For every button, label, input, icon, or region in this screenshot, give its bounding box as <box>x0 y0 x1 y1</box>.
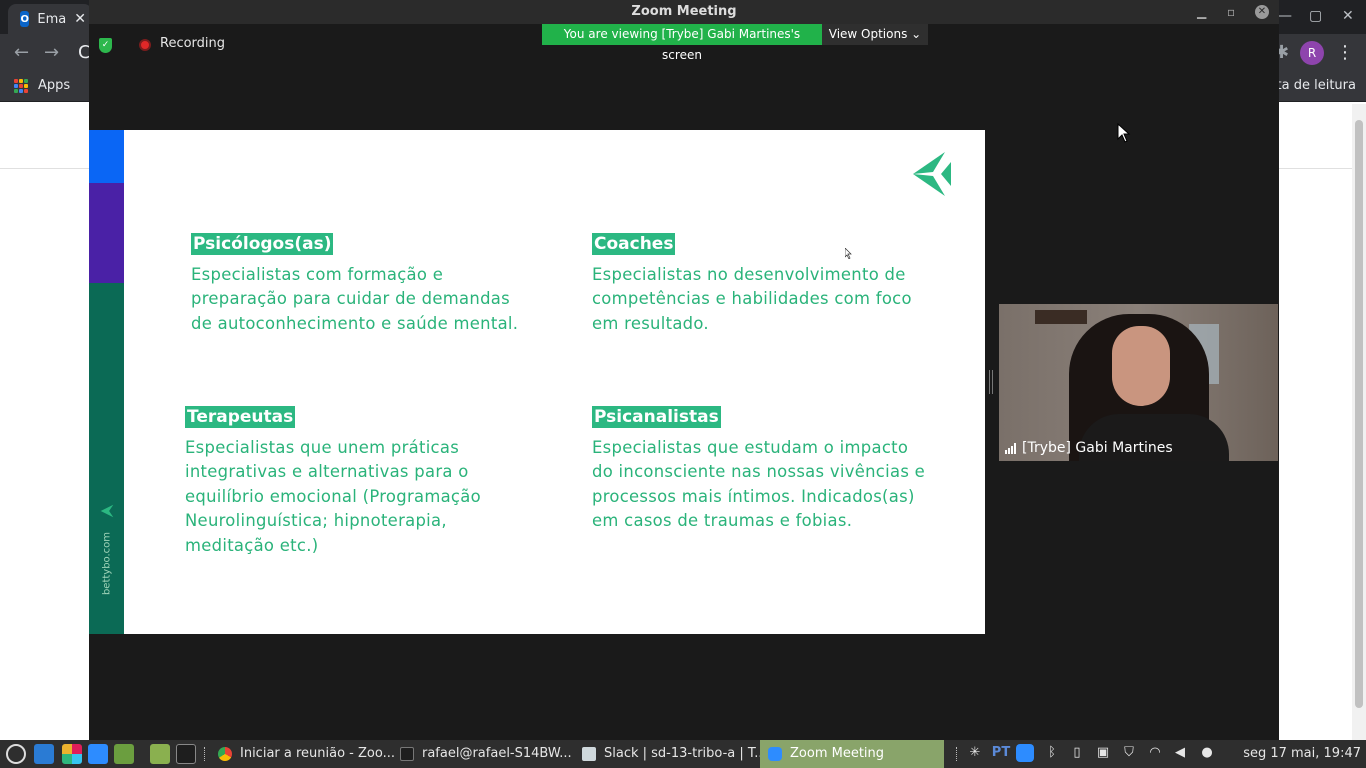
zoom-window-title: Zoom Meeting <box>631 4 737 19</box>
card-title: Coaches <box>592 233 676 255</box>
card-title: Terapeutas <box>185 406 296 428</box>
menu-icon[interactable] <box>6 744 26 764</box>
card-terapeutas: Terapeutas Especialistas que unem prátic… <box>185 406 545 558</box>
card-title: Psicanalistas <box>592 406 721 428</box>
brand-logo-icon <box>913 152 951 196</box>
bookmark-apps[interactable]: Apps <box>38 78 70 93</box>
scrollbar-thumb[interactable] <box>1355 120 1363 708</box>
shared-slide: bettybo.com Psicólogos(as) Especialistas… <box>89 130 985 634</box>
zoom-icon <box>768 747 782 761</box>
back-arrow-icon[interactable]: ← <box>14 42 29 63</box>
viewing-screen-banner: You are viewing [Trybe] Gabi Martines's … <box>542 24 822 62</box>
microphone-icon[interactable]: ● <box>1198 744 1216 762</box>
card-psicanalistas: Psicanalistas Especialistas que estudam … <box>592 406 962 534</box>
zoom-titlebar: Zoom Meeting ▁ ▫ ✕ <box>89 0 1279 24</box>
taskbar: Iniciar a reunião - Zoo... rafael@rafael… <box>0 740 1366 768</box>
volume-icon[interactable]: ◀ <box>1171 744 1189 762</box>
card-description: Especialistas no desenvolvimento de comp… <box>592 265 912 333</box>
close-tab-icon[interactable]: ✕ <box>74 11 86 27</box>
keyboard-layout-indicator[interactable]: PT <box>990 744 1012 762</box>
participant-video[interactable]: [Trybe] Gabi Martines <box>999 304 1278 461</box>
slide-side-bar: bettybo.com <box>89 130 124 634</box>
card-coaches: Coaches Especialistas no desenvolvimento… <box>592 233 952 336</box>
chevron-down-icon: ⌄ <box>911 27 922 41</box>
card-description: Especialistas com formação e preparação … <box>191 265 519 333</box>
zoom-restore-button[interactable]: ▫ <box>1227 0 1235 24</box>
clock[interactable]: seg 17 mai, 19:47 <box>1243 740 1361 768</box>
recording-label[interactable]: Recording <box>160 36 225 51</box>
card-description: Especialistas que unem práticas integrat… <box>185 438 481 555</box>
panel-splitter-handle[interactable] <box>989 370 993 394</box>
slack-window-icon <box>582 747 596 761</box>
chrome-close-button[interactable]: ✕ <box>1342 8 1354 24</box>
mouse-cursor-icon <box>1117 123 1131 143</box>
terminal-icon <box>400 747 414 761</box>
security-shield-icon[interactable]: ✓ <box>99 38 112 53</box>
connection-signal-icon <box>1005 442 1016 454</box>
task-terminal[interactable]: rafael@rafael-S14BW... <box>392 740 574 768</box>
terminal-launcher-icon[interactable] <box>176 744 196 764</box>
task-zoom-start[interactable]: Iniciar a reunião - Zoo... <box>210 740 394 768</box>
slack-icon[interactable] <box>62 744 82 764</box>
card-psicologos: Psicólogos(as) Especialistas com formaçã… <box>191 233 551 336</box>
side-bar-blue-block <box>89 130 124 183</box>
remote-cursor-icon <box>845 248 852 259</box>
zoom-close-button[interactable]: ✕ <box>1255 5 1269 19</box>
bluetooth-icon[interactable]: ᛒ <box>1043 744 1061 762</box>
task-zoom-meeting[interactable]: Zoom Meeting <box>760 740 944 768</box>
recording-icon <box>139 39 151 51</box>
view-options-label: View Options <box>828 27 908 41</box>
view-options-button[interactable]: View Options ⌄ <box>822 24 928 45</box>
chrome-icon <box>218 747 232 761</box>
chrome-tab-email[interactable]: O Ema ✕ <box>8 4 92 34</box>
chrome-minimize-button[interactable]: — <box>1278 8 1292 24</box>
file-manager-icon[interactable] <box>114 744 134 764</box>
card-title: Psicólogos(as) <box>191 233 334 255</box>
chrome-maximize-button[interactable]: ▢ <box>1309 8 1322 24</box>
shield-tray-icon[interactable]: ⛉ <box>1120 744 1138 762</box>
apps-grid-icon[interactable] <box>14 79 28 93</box>
side-logo-icon <box>100 504 114 518</box>
chrome-scrollbar[interactable] <box>1352 104 1366 740</box>
card-description: Especialistas que estudam o impacto do i… <box>592 438 926 531</box>
slack-tray-icon[interactable]: ✳ <box>966 744 984 762</box>
more-menu-icon[interactable]: ⋮ <box>1336 42 1354 63</box>
outlook-icon: O <box>20 11 30 27</box>
wifi-icon[interactable]: ◠ <box>1146 744 1164 762</box>
reading-list-button[interactable]: sta de leitura <box>1270 78 1356 93</box>
forward-arrow-icon[interactable]: → <box>44 42 59 63</box>
task-slack[interactable]: Slack | sd-13-tribo-a | T... <box>574 740 760 768</box>
folder-icon[interactable] <box>150 744 170 764</box>
zoom-tray-icon[interactable] <box>1016 744 1034 762</box>
side-bar-purple-block <box>89 183 124 283</box>
vscode-icon[interactable] <box>34 744 54 764</box>
zoom-minimize-button[interactable]: ▁ <box>1197 0 1206 24</box>
profile-avatar[interactable]: R <box>1300 41 1324 65</box>
zoom-launcher-icon[interactable] <box>88 744 108 764</box>
zoom-window: Zoom Meeting ▁ ▫ ✕ ✓ Recording You are v… <box>89 0 1279 740</box>
chrome-tab-title: Ema <box>37 11 67 27</box>
clipboard-icon[interactable]: ▯ <box>1068 744 1086 762</box>
participant-name-label: [Trybe] Gabi Martines <box>1005 440 1173 456</box>
update-manager-icon[interactable]: ▣ <box>1094 744 1112 762</box>
